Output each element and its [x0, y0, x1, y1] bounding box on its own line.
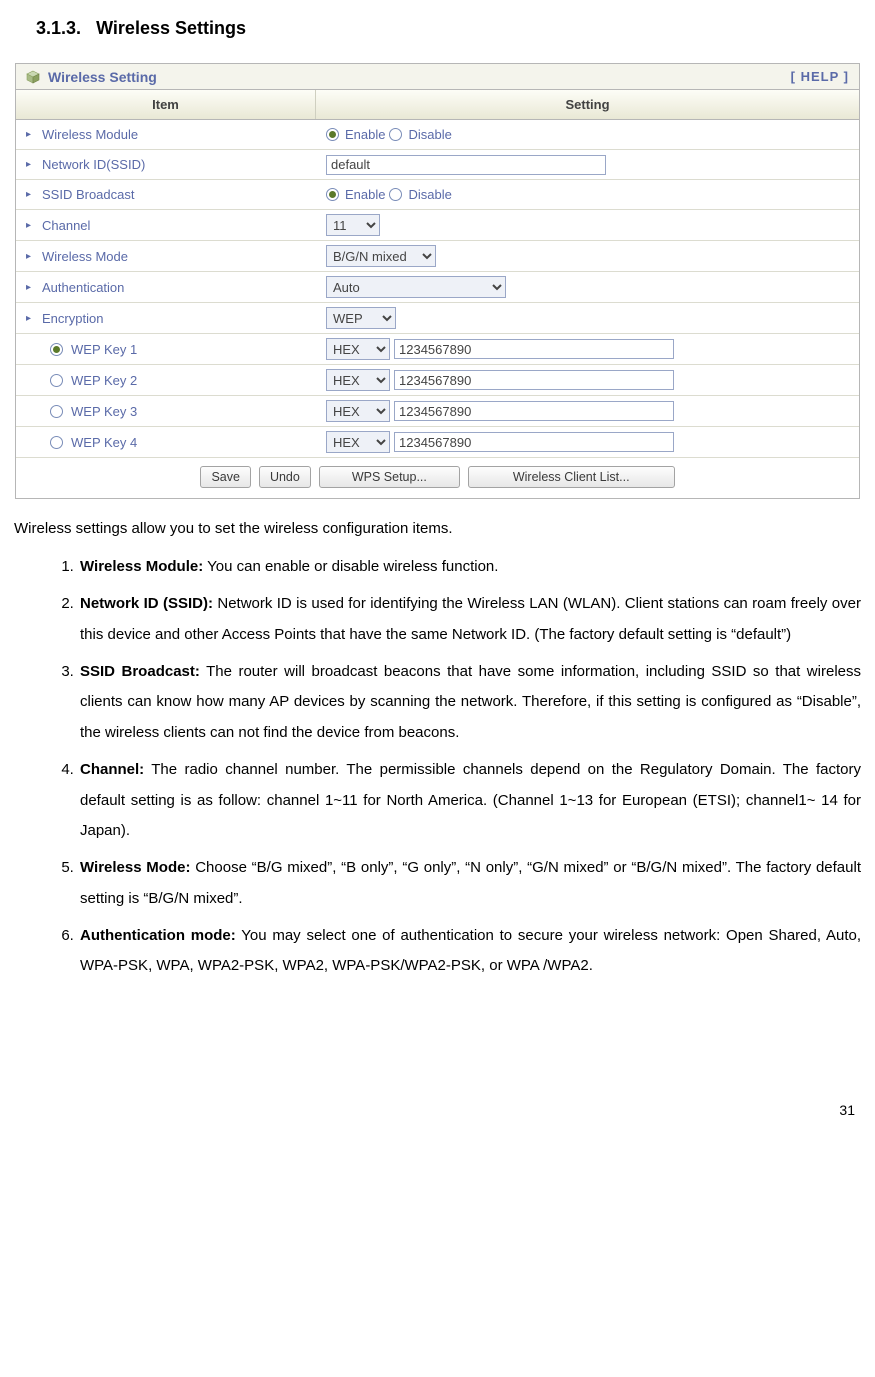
row-channel: ▸ Channel 11: [16, 210, 859, 241]
term: Wireless Mode:: [80, 859, 190, 876]
list-item: Network ID (SSID): Network ID is used fo…: [78, 589, 861, 651]
wireless-module-enable-radio[interactable]: [326, 128, 339, 141]
list-item: Wireless Mode: Choose “B/G mixed”, “B on…: [78, 853, 861, 915]
button-bar: Save Undo WPS Setup... Wireless Client L…: [16, 458, 859, 498]
label-wep3: WEP Key 3: [71, 404, 137, 419]
disable-label2: Disable: [408, 187, 451, 202]
row-wep4: WEP Key 4 HEX: [16, 427, 859, 458]
caret-icon: ▸: [26, 189, 36, 200]
list-item: Wireless Module: You can enable or disab…: [78, 552, 861, 583]
desc: The radio channel number. The permissibl…: [80, 761, 861, 840]
wep2-type-select[interactable]: HEX: [326, 369, 390, 391]
section-title: Wireless Settings: [96, 18, 246, 38]
term: SSID Broadcast:: [80, 663, 200, 680]
desc: You can enable or disable wireless funct…: [203, 558, 498, 575]
caret-icon: ▸: [26, 129, 36, 140]
wep4-radio[interactable]: [50, 436, 63, 449]
help-link[interactable]: [ HELP ]: [791, 69, 849, 84]
row-ssid-broadcast: ▸ SSID Broadcast Enable Disable: [16, 180, 859, 210]
caret-icon: ▸: [26, 220, 36, 231]
wep2-key-input[interactable]: [394, 370, 674, 390]
grid-header: Item Setting: [16, 90, 859, 120]
header-setting: Setting: [316, 90, 859, 119]
undo-button[interactable]: Undo: [259, 466, 311, 488]
description-list: Wireless Module: You can enable or disab…: [14, 552, 861, 982]
panel-title-left: Wireless Setting: [26, 69, 157, 85]
row-wep1: WEP Key 1 HEX: [16, 334, 859, 365]
wep1-radio[interactable]: [50, 343, 63, 356]
page-number: 31: [14, 1102, 861, 1118]
wireless-settings-panel: Wireless Setting [ HELP ] Item Setting ▸…: [15, 63, 860, 499]
ssid-input[interactable]: [326, 155, 606, 175]
row-wep3: WEP Key 3 HEX: [16, 396, 859, 427]
term: Wireless Module:: [80, 558, 203, 575]
encryption-select[interactable]: WEP: [326, 307, 396, 329]
label-ssid-broadcast: SSID Broadcast: [42, 187, 135, 202]
list-item: SSID Broadcast: The router will broadcas…: [78, 657, 861, 749]
list-item: Authentication mode: You may select one …: [78, 921, 861, 983]
term: Network ID (SSID):: [80, 595, 213, 612]
row-wep2: WEP Key 2 HEX: [16, 365, 859, 396]
wireless-mode-select[interactable]: B/G/N mixed: [326, 245, 436, 267]
enable-label2: Enable: [345, 187, 385, 202]
caret-icon: ▸: [26, 282, 36, 293]
label-wep2: WEP Key 2: [71, 373, 137, 388]
wep2-radio[interactable]: [50, 374, 63, 387]
label-network-id: Network ID(SSID): [42, 157, 145, 172]
label-wireless-module: Wireless Module: [42, 127, 138, 142]
wep1-type-select[interactable]: HEX: [326, 338, 390, 360]
label-channel: Channel: [42, 218, 90, 233]
panel-title-bar: Wireless Setting [ HELP ]: [16, 64, 859, 90]
caret-icon: ▸: [26, 251, 36, 262]
list-item: Channel: The radio channel number. The p…: [78, 755, 861, 847]
wep3-type-select[interactable]: HEX: [326, 400, 390, 422]
label-wep1: WEP Key 1: [71, 342, 137, 357]
ssid-broadcast-disable-radio[interactable]: [389, 188, 402, 201]
header-item: Item: [16, 90, 316, 119]
label-wep4: WEP Key 4: [71, 435, 137, 450]
wep4-type-select[interactable]: HEX: [326, 431, 390, 453]
row-wireless-mode: ▸ Wireless Mode B/G/N mixed: [16, 241, 859, 272]
label-encryption: Encryption: [42, 311, 103, 326]
label-authentication: Authentication: [42, 280, 124, 295]
wep4-key-input[interactable]: [394, 432, 674, 452]
caret-icon: ▸: [26, 159, 36, 170]
desc: Choose “B/G mixed”, “B only”, “G only”, …: [80, 859, 861, 907]
disable-label: Disable: [408, 127, 451, 142]
term: Channel:: [80, 761, 144, 778]
panel-box-icon: [26, 70, 40, 84]
panel-title-text: Wireless Setting: [48, 69, 157, 85]
row-encryption: ▸ Encryption WEP: [16, 303, 859, 334]
caret-icon: ▸: [26, 313, 36, 324]
enable-label: Enable: [345, 127, 385, 142]
authentication-select[interactable]: Auto: [326, 276, 506, 298]
channel-select[interactable]: 11: [326, 214, 380, 236]
row-wireless-module: ▸ Wireless Module Enable Disable: [16, 120, 859, 150]
row-authentication: ▸ Authentication Auto: [16, 272, 859, 303]
section-number: 3.1.3.: [36, 18, 81, 38]
label-wireless-mode: Wireless Mode: [42, 249, 128, 264]
wep3-key-input[interactable]: [394, 401, 674, 421]
wireless-client-list-button[interactable]: Wireless Client List...: [468, 466, 675, 488]
section-heading: 3.1.3. Wireless Settings: [36, 18, 861, 39]
intro-text: Wireless settings allow you to set the w…: [14, 517, 861, 540]
ssid-broadcast-enable-radio[interactable]: [326, 188, 339, 201]
wps-setup-button[interactable]: WPS Setup...: [319, 466, 460, 488]
save-button[interactable]: Save: [200, 466, 251, 488]
row-network-id: ▸ Network ID(SSID): [16, 150, 859, 180]
wep3-radio[interactable]: [50, 405, 63, 418]
wep1-key-input[interactable]: [394, 339, 674, 359]
wireless-module-disable-radio[interactable]: [389, 128, 402, 141]
term: Authentication mode:: [80, 927, 236, 944]
